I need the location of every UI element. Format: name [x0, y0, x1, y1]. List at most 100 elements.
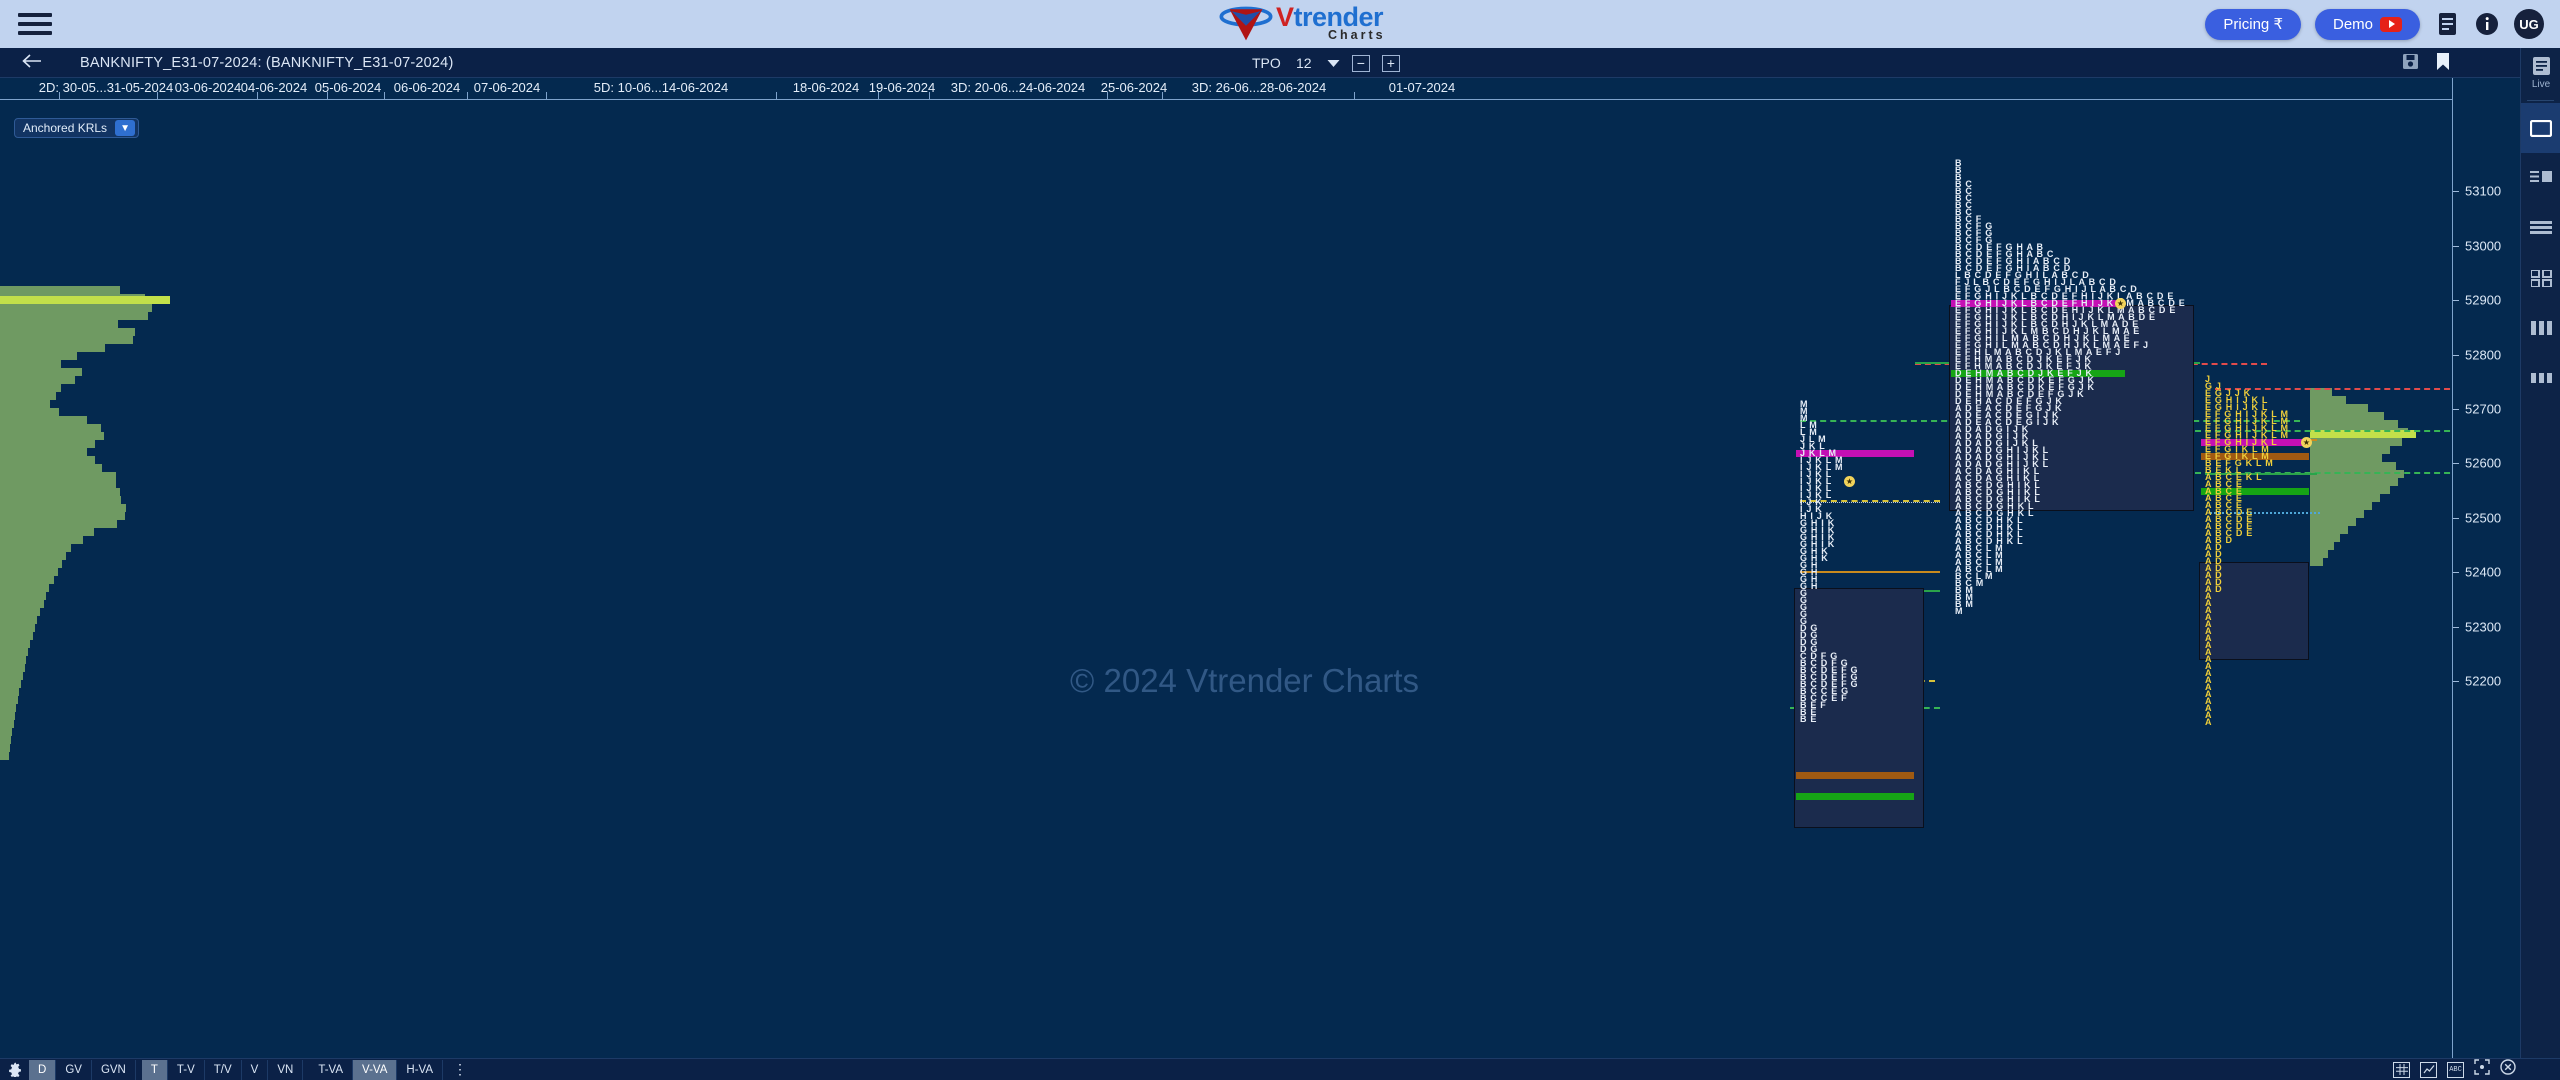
pricing-button[interactable]: Pricing ₹	[2205, 8, 2301, 40]
volume-bar	[0, 336, 133, 344]
back-arrow-icon[interactable]	[22, 54, 44, 71]
fullscreen-icon[interactable]	[2474, 1059, 2490, 1080]
volume-bar	[0, 424, 101, 432]
date-label: 5D: 10-06...14-06-2024	[593, 80, 729, 95]
volume-bar	[0, 464, 102, 472]
tpo-letter-row: M	[1955, 606, 1964, 616]
anchored-krls-label: Anchored KRLs	[23, 121, 108, 135]
volume-bar	[2310, 438, 2402, 446]
price-tick	[2453, 572, 2459, 573]
tpo-decrease-button[interactable]: −	[1351, 54, 1370, 72]
price-label: 52600	[2465, 455, 2502, 471]
volume-bar	[0, 624, 35, 632]
profile-highlight-orange	[1796, 772, 1914, 779]
grid-toggle-icon[interactable]	[2393, 1061, 2410, 1078]
sidebar-item-live[interactable]: Live	[2521, 48, 2560, 98]
snapshot-icon[interactable]	[2420, 1061, 2437, 1078]
right-sidebar: Live	[2520, 48, 2560, 1080]
volume-bar	[0, 616, 37, 624]
hamburger-menu-icon[interactable]	[18, 11, 52, 37]
volume-bar	[0, 728, 12, 736]
volume-bar	[0, 376, 75, 384]
anchored-krls-dropdown[interactable]: Anchored KRLs ▼	[14, 118, 140, 138]
bottom-button-vn[interactable]: VN	[268, 1059, 304, 1080]
bottom-left-group: D GV GVN	[29, 1059, 136, 1080]
volume-bar	[0, 520, 117, 528]
bottom-right-group: T-VA V-VA H-VA	[309, 1059, 444, 1080]
volume-bar	[2310, 420, 2398, 428]
bottom-button-gv[interactable]: GV	[56, 1059, 92, 1080]
volume-bar	[0, 672, 23, 680]
price-label: 52300	[2465, 619, 2502, 635]
demo-button[interactable]: Demo	[2314, 8, 2420, 40]
price-tick	[2453, 681, 2459, 682]
volume-bar	[2310, 478, 2398, 486]
sidebar-item-quad-pane[interactable]	[2521, 253, 2560, 303]
sidebar-item-columns-pane[interactable]	[2521, 303, 2560, 353]
price-tick	[2453, 246, 2459, 247]
sidebar-item-single-pane[interactable]	[2521, 103, 2560, 153]
volume-bar	[2310, 462, 2396, 470]
bottom-button-t-va[interactable]: T-VA	[309, 1059, 354, 1080]
volume-bar	[2310, 412, 2384, 420]
bottom-button-t-v[interactable]: T-V	[168, 1059, 205, 1080]
chart-canvas[interactable]: © 2024 Vtrender Charts MMML ML MJ L MJ K…	[0, 100, 2452, 1068]
info-icon[interactable]	[2474, 11, 2500, 37]
settings-gear-icon[interactable]	[8, 1062, 23, 1077]
date-label: 18-06-2024	[792, 80, 860, 95]
volume-bar	[2310, 454, 2382, 462]
volume-bar	[0, 488, 120, 496]
brand-subtitle: Charts	[1328, 28, 1386, 43]
date-axis: 2D: 30-05...31-05-2024 03-06-2024 04-06-20…	[0, 78, 2452, 100]
bottom-button-v[interactable]: V	[242, 1059, 269, 1080]
brand-v: V	[1276, 2, 1294, 33]
price-tick	[2453, 518, 2459, 519]
volume-bar	[0, 400, 50, 408]
price-label: 52500	[2465, 510, 2502, 526]
poc-star-marker: ★	[2301, 437, 2312, 448]
sidebar-item-grid-pane[interactable]	[2521, 353, 2560, 403]
volume-bar	[0, 568, 58, 576]
volume-bar	[0, 496, 121, 504]
sidebar-item-split-pane[interactable]	[2521, 153, 2560, 203]
price-label: 53100	[2465, 183, 2502, 199]
volume-bar	[0, 472, 116, 480]
close-icon[interactable]	[2500, 1059, 2516, 1080]
brand-logo: Vtrender Charts	[1218, 2, 1386, 44]
tpo-increase-button[interactable]: +	[1381, 54, 1400, 72]
bottom-button-h-va[interactable]: H-VA	[397, 1059, 444, 1080]
volume-bar	[2310, 396, 2346, 404]
chevron-down-icon[interactable]: ▼	[115, 120, 136, 136]
volume-bar	[0, 744, 10, 752]
volume-bar	[0, 328, 135, 336]
demo-label: Demo	[2332, 15, 2373, 33]
document-icon[interactable]	[2434, 11, 2460, 37]
bottom-button-t[interactable]: T	[141, 1059, 168, 1080]
volume-bar	[0, 504, 126, 512]
date-label: 03-06-2024	[174, 80, 242, 95]
chevron-down-icon[interactable]	[1327, 55, 1340, 71]
chart-title: BANKNIFTY_E31-07-2024: (BANKNIFTY_E31-07…	[80, 54, 454, 71]
bottom-button-t-v[interactable]: T/V	[205, 1059, 242, 1080]
price-tick	[2453, 409, 2459, 410]
tpo-value[interactable]: 12	[1293, 55, 1315, 71]
sidebar-item-rows-pane[interactable]	[2521, 203, 2560, 253]
bottom-button-d[interactable]: D	[29, 1059, 57, 1080]
watermark: © 2024 Vtrender Charts	[1070, 662, 1419, 699]
volume-bar	[2310, 494, 2380, 502]
abc-labels-icon[interactable]: ABC	[2447, 1061, 2464, 1078]
bottom-mid-group: T T-V T/V V VN	[141, 1059, 304, 1080]
price-axis[interactable]: 53100 53000 52900 52800 52700 52600 52500 52400…	[2452, 78, 2520, 1068]
volume-bar	[0, 720, 14, 728]
save-icon[interactable]	[2403, 54, 2418, 72]
youtube-play-icon	[2380, 16, 2402, 32]
more-options-icon[interactable]: ⋮	[453, 1061, 468, 1078]
avatar[interactable]: UG	[2514, 9, 2544, 39]
bookmark-icon[interactable]	[2436, 53, 2450, 73]
date-label: 04-06-2024	[240, 80, 308, 95]
vtrender-logo-icon	[1219, 6, 1273, 41]
volume-bar	[2310, 526, 2348, 534]
bottom-button-gvn[interactable]: GVN	[92, 1059, 136, 1080]
date-tick	[327, 92, 328, 99]
bottom-button-v-va[interactable]: V-VA	[353, 1059, 398, 1080]
